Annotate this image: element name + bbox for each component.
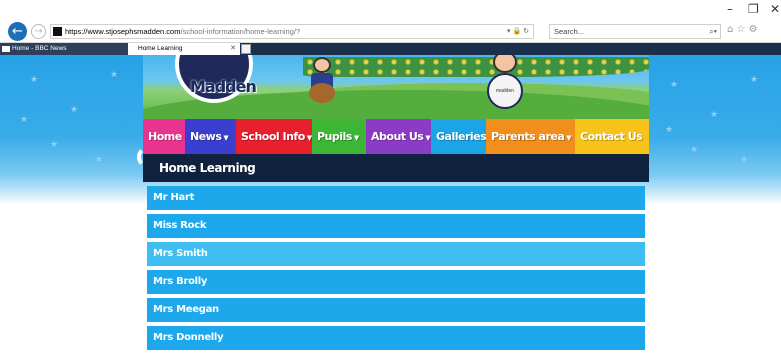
list-item-mrs-meegan[interactable]: Mrs Meegan bbox=[147, 298, 645, 322]
tab-label: Home - BBC News bbox=[12, 45, 67, 52]
teacher-list: Mr Hart Miss Rock Mrs Smith Mrs Brolly M… bbox=[147, 186, 645, 354]
tab-bbc-news[interactable]: Home - BBC News bbox=[0, 43, 128, 55]
girl-with-drum-illustration: madden bbox=[485, 55, 525, 117]
new-tab-icon[interactable] bbox=[241, 44, 251, 54]
boy-with-guitar-illustration bbox=[309, 57, 335, 105]
list-item-mrs-donnelly[interactable]: Mrs Donnelly bbox=[147, 326, 645, 350]
page-title: Home Learning bbox=[159, 161, 256, 175]
restore-icon[interactable]: ❐ bbox=[748, 2, 759, 16]
address-bar-icons[interactable]: ▾ 🔒 ↻ bbox=[507, 25, 529, 38]
search-placeholder: Search... bbox=[554, 27, 585, 36]
menu-item-galleries[interactable]: Galleries bbox=[431, 119, 487, 154]
logo-text: Madden bbox=[190, 77, 257, 96]
minimize-icon[interactable]: – bbox=[727, 2, 733, 16]
menu-item-contact-us[interactable]: Contact Us bbox=[575, 119, 649, 154]
menu-item-about-us[interactable]: About Us ▼ bbox=[366, 119, 431, 154]
url-path: /school-information/home-learning/? bbox=[180, 27, 301, 36]
drum-label: madden bbox=[487, 73, 523, 109]
search-input[interactable]: Search... ⌕▾ bbox=[549, 24, 721, 39]
site-container: Madden madden Home News ▼ School Info ▼ Pu… bbox=[137, 55, 649, 364]
page-title-bar: Home Learning bbox=[137, 146, 649, 182]
chevron-down-icon: ▼ bbox=[223, 134, 229, 142]
menu-item-parents-area[interactable]: Parents area ▼ bbox=[486, 119, 575, 154]
close-icon[interactable]: ✕ bbox=[770, 2, 780, 16]
chevron-down-icon: ▼ bbox=[566, 134, 572, 142]
list-item-mrs-smith[interactable]: Mrs Smith bbox=[147, 242, 645, 266]
list-item-mrs-brolly[interactable]: Mrs Brolly bbox=[147, 270, 645, 294]
tab-bar: Home - BBC News Home Learning ✕ bbox=[0, 43, 781, 55]
bbc-favicon-icon bbox=[2, 46, 10, 52]
tab-close-icon[interactable]: ✕ bbox=[230, 43, 236, 55]
chevron-down-icon: ▼ bbox=[353, 134, 359, 142]
menu-item-school-info[interactable]: School Info ▼ bbox=[236, 119, 312, 154]
list-item-mr-hart[interactable]: Mr Hart bbox=[147, 186, 645, 210]
search-icon[interactable]: ⌕▾ bbox=[709, 25, 717, 38]
address-bar[interactable]: https://www.stjosephsmadden.com/school-i… bbox=[50, 24, 534, 39]
list-item-miss-rock[interactable]: Miss Rock bbox=[147, 214, 645, 238]
header-banner: Madden madden bbox=[143, 55, 649, 119]
url-host: https://www.stjosephsmadden.com bbox=[65, 27, 181, 36]
tab-home-learning[interactable]: Home Learning ✕ bbox=[128, 43, 240, 55]
chevron-down-icon: ▼ bbox=[425, 134, 431, 142]
forward-arrow-icon[interactable]: → bbox=[31, 24, 46, 39]
menu-item-pupils[interactable]: Pupils ▼ bbox=[312, 119, 366, 154]
swoosh-decoration bbox=[137, 146, 159, 168]
flower-hedge bbox=[303, 57, 649, 77]
back-arrow-icon[interactable]: ← bbox=[8, 22, 27, 41]
menu-item-news[interactable]: News ▼ bbox=[185, 119, 236, 154]
chevron-down-icon: ▼ bbox=[306, 134, 312, 142]
tab-label: Home Learning bbox=[138, 45, 183, 52]
browser-chrome: – ❐ ✕ ← → https://www.stjosephsmadden.co… bbox=[0, 0, 781, 43]
main-menu: Home News ▼ School Info ▼ Pupils ▼ About Us… bbox=[143, 119, 649, 154]
toolbar-icons[interactable]: ⌂ ☆ ⚙ bbox=[727, 24, 758, 35]
site-favicon-icon bbox=[53, 27, 62, 36]
